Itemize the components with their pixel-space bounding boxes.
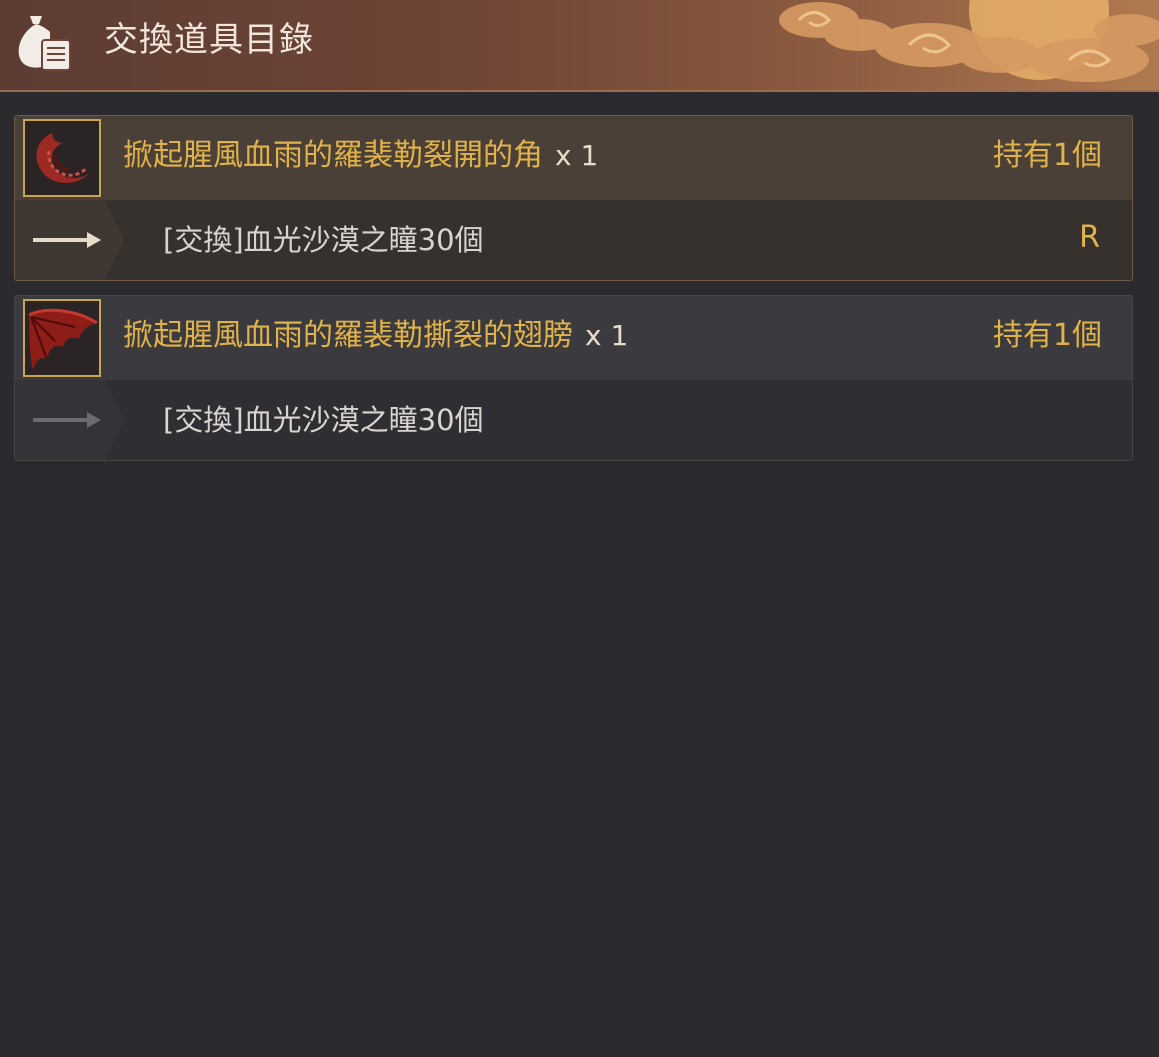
reward-row[interactable]: [交換]血光沙漠之瞳30個 — [15, 380, 1132, 460]
item-quantity: x 1 — [555, 139, 599, 172]
held-count: 持有1個 — [992, 318, 1102, 353]
item-name-text: 掀起腥風血雨的羅裴勒撕裂的翅膀 — [123, 318, 573, 353]
item-name: 掀起腥風血雨的羅裴勒撕裂的翅膀 x 1 — [123, 314, 628, 358]
exchange-arrow-icon — [15, 200, 125, 280]
exchange-item-card[interactable]: 掀起腥風血雨的羅裴勒裂開的角 x 1 持有1個 [交換]血光沙漠之瞳30個 R — [14, 115, 1133, 281]
cloud-moon-decoration — [779, 0, 1159, 82]
exchange-window: 交換道具目錄 掀起腥風血雨的羅裴勒裂開的角 x 1 持有1個 [交換]血光沙漠之瞳 — [0, 0, 1159, 1057]
exchange-arrow-icon — [15, 380, 125, 460]
window-header: 交換道具目錄 — [0, 0, 1159, 92]
item-name: 掀起腥風血雨的羅裴勒裂開的角 x 1 — [123, 134, 598, 178]
money-bag-scroll-icon — [18, 16, 71, 71]
curled-horn-icon — [25, 121, 99, 195]
reward-text: [交換]血光沙漠之瞳30個 — [163, 403, 484, 437]
exchange-item-card[interactable]: 掀起腥風血雨的羅裴勒撕裂的翅膀 x 1 持有1個 [交換]血光沙漠之瞳30個 — [14, 295, 1133, 461]
rank-badge: R — [1079, 220, 1100, 255]
item-quantity: x 1 — [585, 319, 629, 352]
item-name-text: 掀起腥風血雨的羅裴勒裂開的角 — [123, 138, 543, 173]
red-wing-icon — [25, 301, 99, 375]
reward-row[interactable]: [交換]血光沙漠之瞳30個 R — [15, 200, 1132, 280]
item-thumbnail — [23, 119, 101, 197]
window-title: 交換道具目錄 — [104, 20, 314, 60]
reward-text: [交換]血光沙漠之瞳30個 — [163, 223, 484, 257]
item-header-row[interactable]: 掀起腥風血雨的羅裴勒撕裂的翅膀 x 1 持有1個 — [15, 296, 1132, 380]
item-thumbnail — [23, 299, 101, 377]
item-header-row[interactable]: 掀起腥風血雨的羅裴勒裂開的角 x 1 持有1個 — [15, 116, 1132, 200]
held-count: 持有1個 — [992, 138, 1102, 173]
